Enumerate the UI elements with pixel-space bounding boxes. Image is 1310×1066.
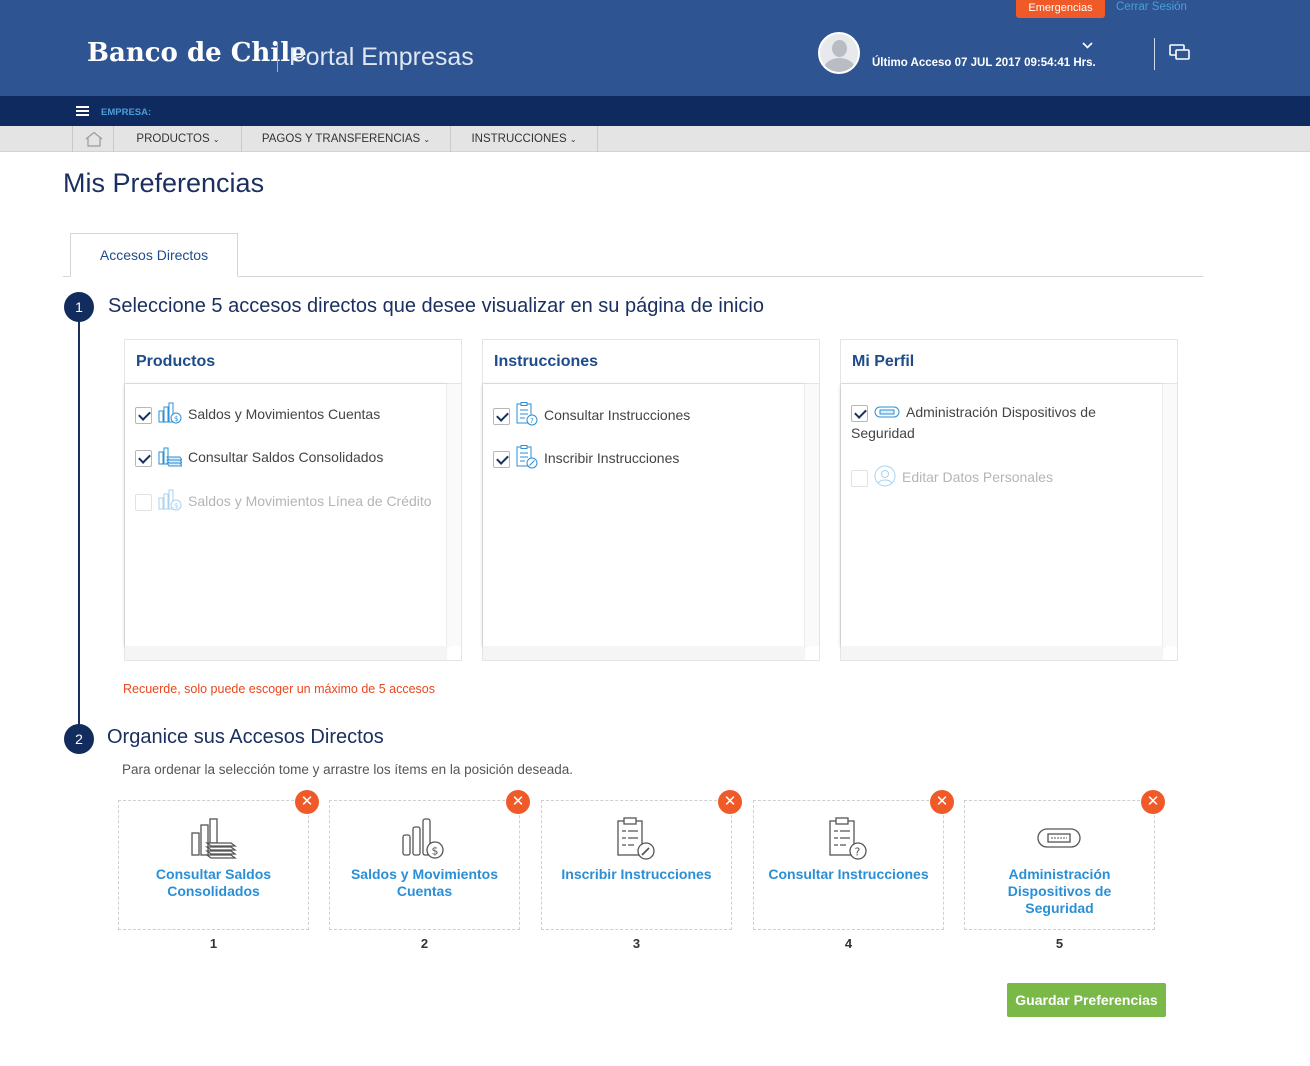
nav-productos[interactable]: PRODUCTOS ⌄: [115, 126, 242, 152]
clipboard-question-icon: ?: [824, 817, 872, 866]
stacked-money-icon: [158, 445, 183, 472]
shortcut-card-1[interactable]: Consultar Saldos Consolidados ✕: [118, 790, 319, 930]
checkbox-disabled[interactable]: [851, 470, 868, 487]
max-selection-notice: Recuerde, solo puede escoger un máximo d…: [123, 682, 435, 696]
chevron-down-icon: ⌄: [423, 135, 431, 144]
drag-hint-text: Para ordenar la selección tome y arrastr…: [122, 762, 573, 777]
shortcut-card-5[interactable]: Administración Dispositivos de Seguridad ✕: [964, 790, 1165, 930]
panel-productos: Productos $ Saldos y Movimientos Cuentas…: [124, 339, 462, 661]
horizontal-scrollbar[interactable]: [841, 646, 1163, 660]
option-saldos-movimientos-linea-credito[interactable]: $ Saldos y Movimientos Línea de Crédito: [135, 489, 432, 516]
security-token-icon: [874, 403, 900, 423]
panel-mi-perfil: Mi Perfil Administración Dispositivos de…: [840, 339, 1178, 661]
header-divider: [1154, 38, 1155, 70]
card-position-5: 5: [1055, 936, 1064, 951]
bank-logo[interactable]: Banco de Chile: [87, 38, 307, 68]
step-connector-line: [78, 306, 80, 738]
remove-button[interactable]: ✕: [506, 790, 530, 814]
step-1-title: Seleccione 5 accesos directos que desee …: [108, 295, 764, 317]
company-label: EMPRESA:: [101, 107, 152, 118]
card-position-3: 3: [632, 936, 641, 951]
remove-button[interactable]: ✕: [718, 790, 742, 814]
avatar[interactable]: [818, 32, 860, 74]
step-2-title: Organice sus Accesos Directos: [107, 726, 384, 748]
remove-button[interactable]: ✕: [295, 790, 319, 814]
horizontal-scrollbar[interactable]: [125, 646, 447, 660]
option-inscribir-instrucciones[interactable]: Inscribir Instrucciones: [493, 445, 679, 474]
card-position-4: 4: [844, 936, 853, 951]
chevron-down-icon: ⌄: [212, 135, 220, 144]
checkbox-checked[interactable]: [493, 408, 510, 425]
option-consultar-instrucciones[interactable]: ? Consultar Instrucciones: [493, 402, 690, 431]
svg-text:$: $: [174, 502, 178, 510]
step-2-badge: 2: [64, 724, 94, 754]
page-title: Mis Preferencias: [63, 168, 265, 198]
svg-text:?: ?: [530, 417, 534, 425]
option-administracion-dispositivos[interactable]: Administración Dispositivos de Seguridad: [851, 402, 1141, 443]
chat-icon[interactable]: [1168, 43, 1192, 63]
logo-divider: [277, 42, 278, 72]
remove-button[interactable]: ✕: [1141, 790, 1165, 814]
horizontal-scrollbar[interactable]: [483, 646, 805, 660]
vertical-scrollbar[interactable]: [804, 384, 819, 646]
emergency-button[interactable]: Emergencias: [1016, 0, 1105, 18]
shortcut-card-3[interactable]: Inscribir Instrucciones ✕: [541, 790, 742, 930]
chevron-down-icon: ⌄: [569, 135, 577, 144]
top-header: Banco de Chile Portal Empresas Emergenci…: [0, 0, 1310, 96]
svg-text:$: $: [432, 845, 439, 858]
vertical-scrollbar[interactable]: [1162, 384, 1177, 646]
chevron-down-icon[interactable]: [1082, 38, 1093, 52]
bar-chart-dollar-icon: $: [158, 489, 182, 516]
panel-title: Mi Perfil: [841, 340, 1177, 384]
tab-accesos-directos[interactable]: Accesos Directos: [70, 233, 238, 277]
last-access-text: Último Acceso 07 JUL 2017 09:54:41 Hrs.: [872, 57, 1096, 69]
panel-instrucciones: Instrucciones ? Consultar Instrucciones …: [482, 339, 820, 661]
card-position-1: 1: [209, 936, 218, 951]
portal-title: Portal Empresas: [289, 43, 474, 71]
nav-pagos-transferencias[interactable]: PAGOS Y TRANSFERENCIAS ⌄: [242, 126, 451, 152]
checkbox-checked[interactable]: [135, 450, 152, 467]
security-token-icon: [1035, 827, 1083, 854]
option-consultar-saldos-consolidados[interactable]: Consultar Saldos Consolidados: [135, 445, 383, 472]
clipboard-pen-icon: [516, 445, 538, 474]
clipboard-pen-icon: [612, 817, 660, 866]
checkbox-checked[interactable]: [851, 404, 868, 422]
user-circle-icon: [874, 465, 896, 492]
step-1-badge: 1: [64, 292, 94, 322]
shortcut-card-4[interactable]: ? Consultar Instrucciones ✕: [753, 790, 954, 930]
logout-link[interactable]: Cerrar Sesión: [1116, 1, 1187, 13]
company-bar: EMPRESA:: [0, 96, 1310, 126]
shortcut-card-2[interactable]: $ Saldos y Movimientos Cuentas ✕: [329, 790, 530, 930]
checkbox-disabled[interactable]: [135, 494, 152, 511]
main-nav: PRODUCTOS ⌄ PAGOS Y TRANSFERENCIAS ⌄ INS…: [0, 126, 1310, 152]
panel-title: Instrucciones: [483, 340, 819, 384]
bar-chart-dollar-icon: $: [400, 817, 448, 866]
card-position-2: 2: [420, 936, 429, 951]
stacked-money-icon: [189, 817, 237, 866]
option-editar-datos-personales[interactable]: Editar Datos Personales: [851, 465, 1053, 492]
nav-instrucciones[interactable]: INSTRUCCIONES ⌄: [451, 126, 598, 152]
hamburger-menu-icon[interactable]: [76, 106, 89, 116]
bar-chart-dollar-icon: $: [158, 402, 182, 429]
panel-title: Productos: [125, 340, 461, 384]
save-preferences-button[interactable]: Guardar Preferencias: [1007, 983, 1166, 1017]
checkbox-checked[interactable]: [135, 407, 152, 424]
home-icon[interactable]: [72, 126, 114, 152]
vertical-scrollbar[interactable]: [446, 384, 461, 646]
remove-button[interactable]: ✕: [930, 790, 954, 814]
option-saldos-movimientos-cuentas[interactable]: $ Saldos y Movimientos Cuentas: [135, 402, 380, 429]
clipboard-question-icon: ?: [516, 402, 538, 431]
svg-text:$: $: [174, 415, 178, 423]
checkbox-checked[interactable]: [493, 451, 510, 468]
svg-text:?: ?: [855, 846, 861, 859]
